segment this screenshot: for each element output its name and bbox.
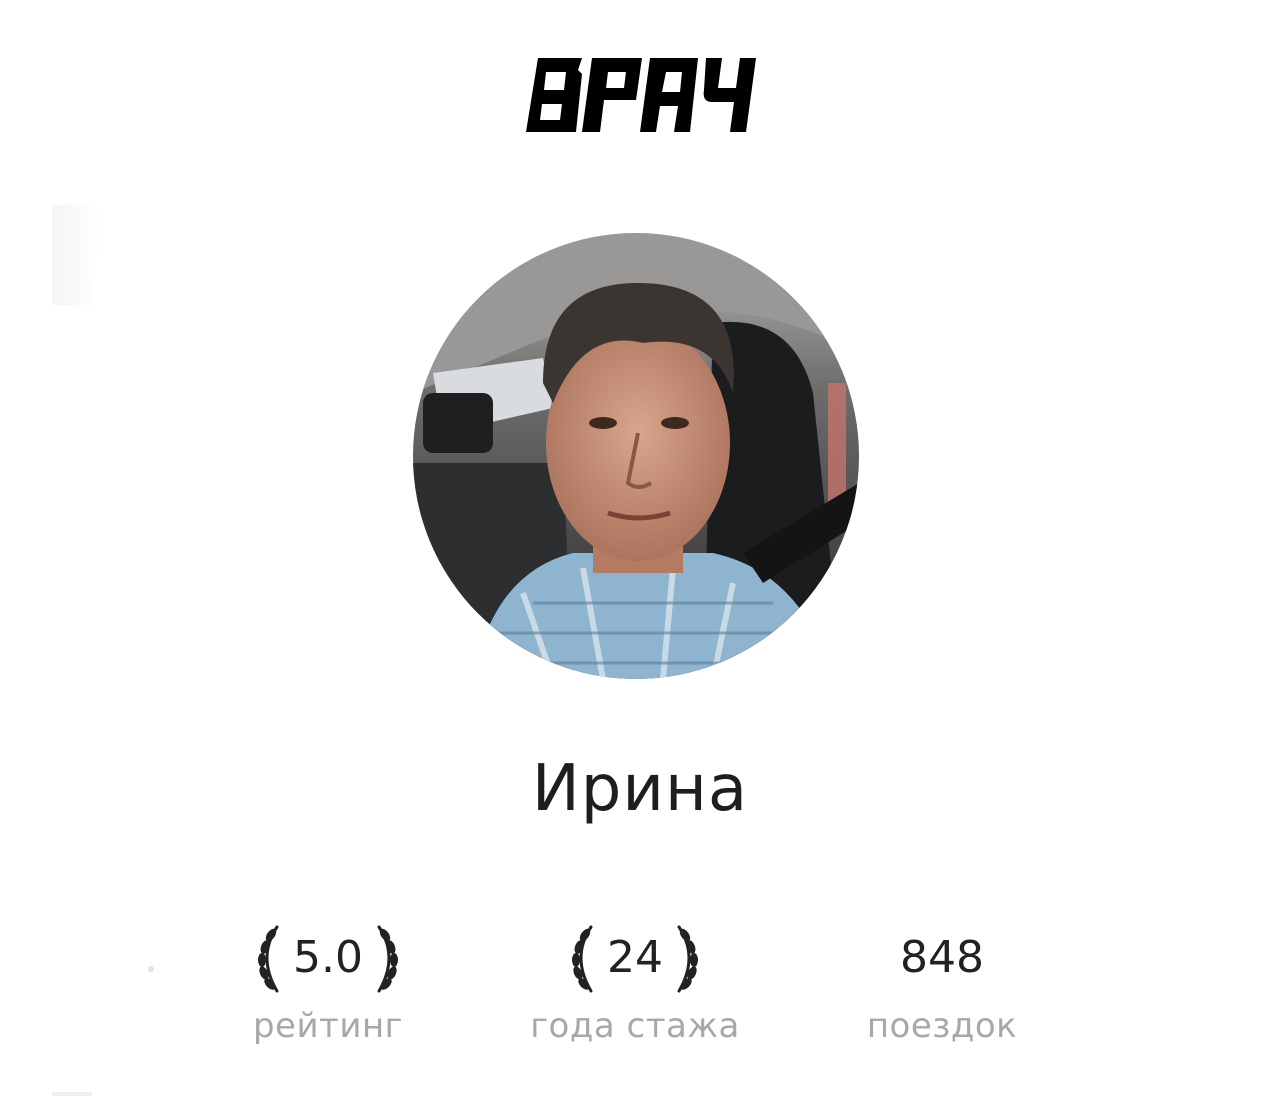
stat-value-row: 5.0 — [198, 918, 458, 998]
stat-label: года стажа — [530, 1006, 740, 1046]
dot-artifact — [148, 966, 154, 972]
laurel-right-icon — [377, 925, 398, 993]
stat-rating: 5.0 рейтинг — [198, 918, 458, 1046]
stat-value: 24 — [607, 932, 663, 983]
stat-trips: 848 поездок — [812, 918, 1072, 1046]
logo-wordmark-graphic — [526, 58, 756, 132]
bottom-artifact — [52, 1092, 92, 1096]
stat-label: рейтинг — [252, 1006, 404, 1046]
stat-value: 848 — [900, 932, 984, 983]
laurel-right-icon — [677, 925, 698, 993]
avatar-photo — [413, 233, 859, 679]
stat-experience: 24 года стажа — [505, 918, 765, 1046]
brand-logo — [520, 50, 760, 140]
laurel-left-icon — [572, 925, 593, 993]
avatar — [413, 233, 859, 679]
stat-value-row: 24 — [505, 918, 765, 998]
stat-value: 5.0 — [293, 932, 363, 983]
laurel-left-icon — [258, 925, 279, 993]
driver-name: Ирина — [531, 752, 749, 826]
edge-artifact — [52, 205, 102, 305]
stat-label: поездок — [866, 1006, 1018, 1046]
stat-value-row: 848 — [812, 918, 1072, 998]
